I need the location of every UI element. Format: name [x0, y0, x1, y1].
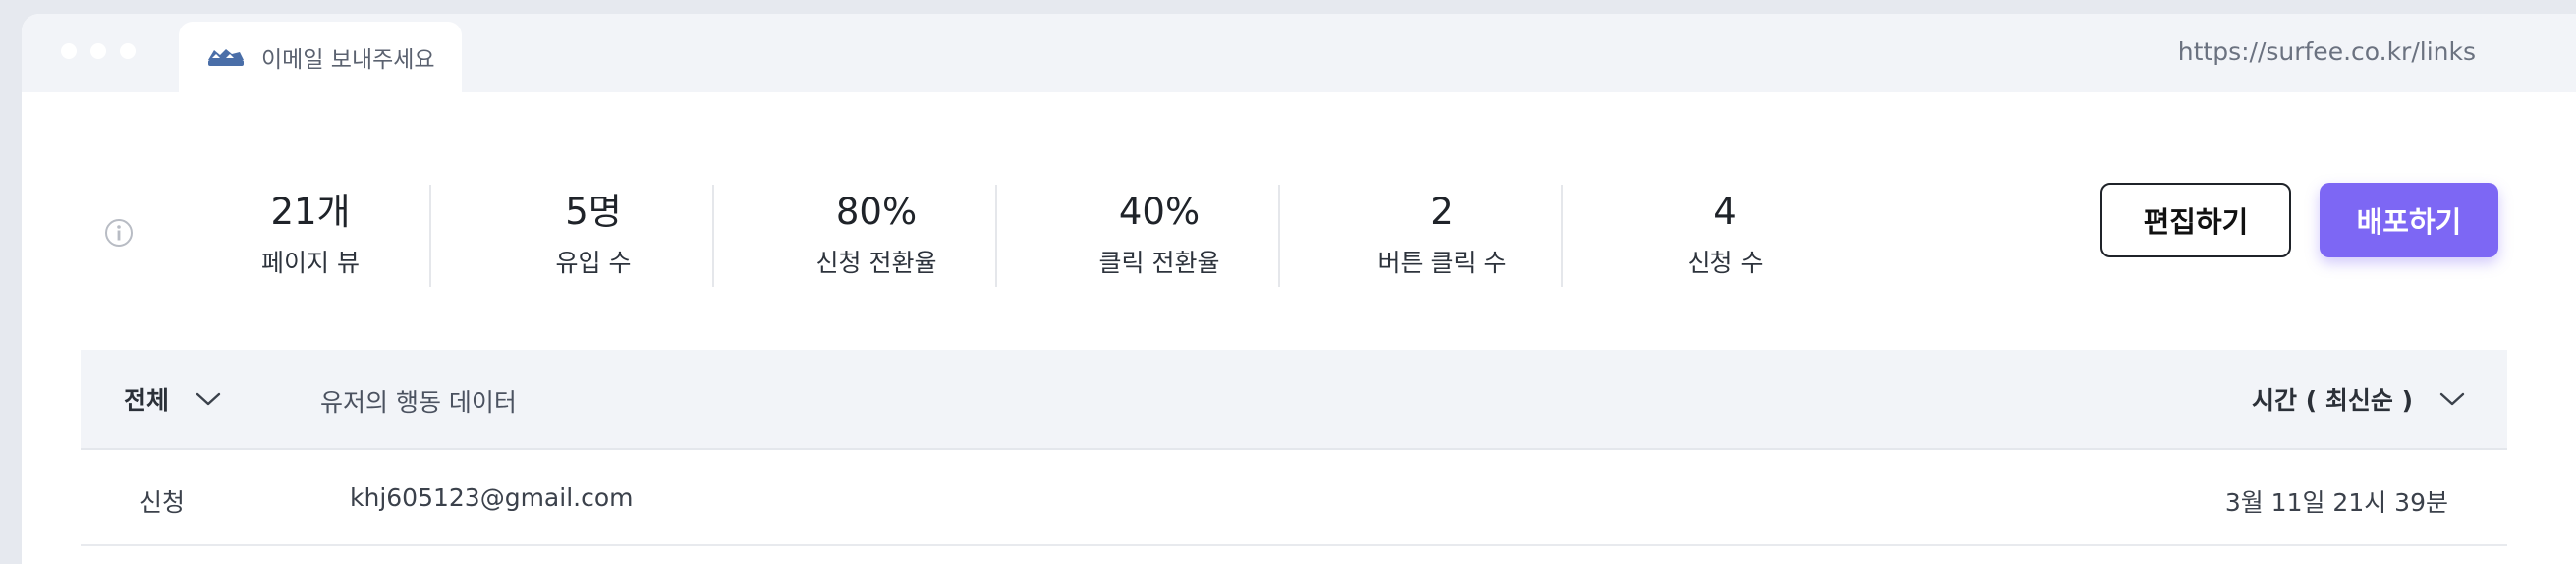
- row-email: khj605123@gmail.com: [350, 483, 634, 512]
- stat-divider: [1278, 185, 1280, 287]
- window-close-dot[interactable]: [61, 43, 77, 59]
- stat-divider: [1561, 185, 1563, 287]
- stat-value: 5명: [565, 191, 622, 233]
- deploy-button[interactable]: 배포하기: [2320, 183, 2498, 257]
- stat-value: 4: [1713, 191, 1737, 233]
- window-maximize-dot[interactable]: [120, 43, 136, 59]
- stat-label: 신청 전환율: [815, 249, 937, 277]
- browser-tab[interactable]: 이메일 보내주세요: [179, 22, 462, 92]
- window-minimize-dot[interactable]: [90, 43, 106, 59]
- row-time: 3월 11일 21시 39분: [2224, 488, 2448, 517]
- stat-visitors: 5명 유입 수: [452, 185, 735, 287]
- tab-title: 이메일 보내주세요: [261, 47, 435, 73]
- stat-value: 2: [1430, 191, 1454, 233]
- stat-label: 클릭 전환율: [1098, 249, 1220, 277]
- stat-label: 유입 수: [555, 249, 632, 277]
- info-icon[interactable]: [104, 218, 134, 248]
- stat-signup-conversion: 80% 신청 전환율: [735, 185, 1018, 287]
- stat-value: 80%: [835, 191, 918, 233]
- table-header: 전체 유저의 행동 데이터 시간 ( 최신순 ): [81, 350, 2507, 450]
- sort-label: 시간 ( 최신순 ): [2252, 386, 2413, 415]
- chevron-down-icon: [2438, 390, 2466, 408]
- browser-titlebar: 이메일 보내주세요 https://surfee.co.kr/links: [22, 14, 2576, 92]
- stat-signups: 4 신청 수: [1584, 185, 1867, 287]
- stat-button-clicks: 2 버튼 클릭 수: [1301, 185, 1584, 287]
- window-controls: [61, 43, 136, 59]
- stat-divider: [429, 185, 431, 287]
- stat-value: 21개: [270, 191, 351, 233]
- edit-button[interactable]: 편집하기: [2100, 183, 2291, 257]
- sort-dropdown[interactable]: 시간 ( 최신순 ): [2252, 381, 2466, 417]
- stat-value: 40%: [1118, 191, 1201, 233]
- stat-label: 페이지 뷰: [261, 249, 360, 277]
- browser-window: 이메일 보내주세요 https://surfee.co.kr/links 21개…: [22, 14, 2576, 564]
- stat-click-conversion: 40% 클릭 전환율: [1018, 185, 1301, 287]
- stat-label: 버튼 클릭 수: [1377, 249, 1507, 277]
- activity-table: 전체 유저의 행동 데이터 시간 ( 최신순 ) 신청 khj605123@gm…: [81, 350, 2507, 564]
- column-header-activity: 유저의 행동 데이터: [320, 388, 517, 417]
- filter-label: 전체: [124, 386, 170, 415]
- site-logo-icon: [206, 46, 246, 68]
- stat-page-views: 21개 페이지 뷰: [169, 185, 452, 287]
- filter-dropdown[interactable]: 전체: [124, 381, 222, 417]
- stat-label: 신청 수: [1687, 249, 1764, 277]
- row-type: 신청: [140, 488, 186, 517]
- stat-divider: [995, 185, 997, 287]
- chevron-down-icon: [195, 390, 222, 408]
- stat-divider: [712, 185, 714, 287]
- table-row[interactable]: 신청 khj605123@gmail.com 3월 11일 21시 39분: [81, 450, 2507, 546]
- address-url[interactable]: https://surfee.co.kr/links: [2178, 37, 2476, 66]
